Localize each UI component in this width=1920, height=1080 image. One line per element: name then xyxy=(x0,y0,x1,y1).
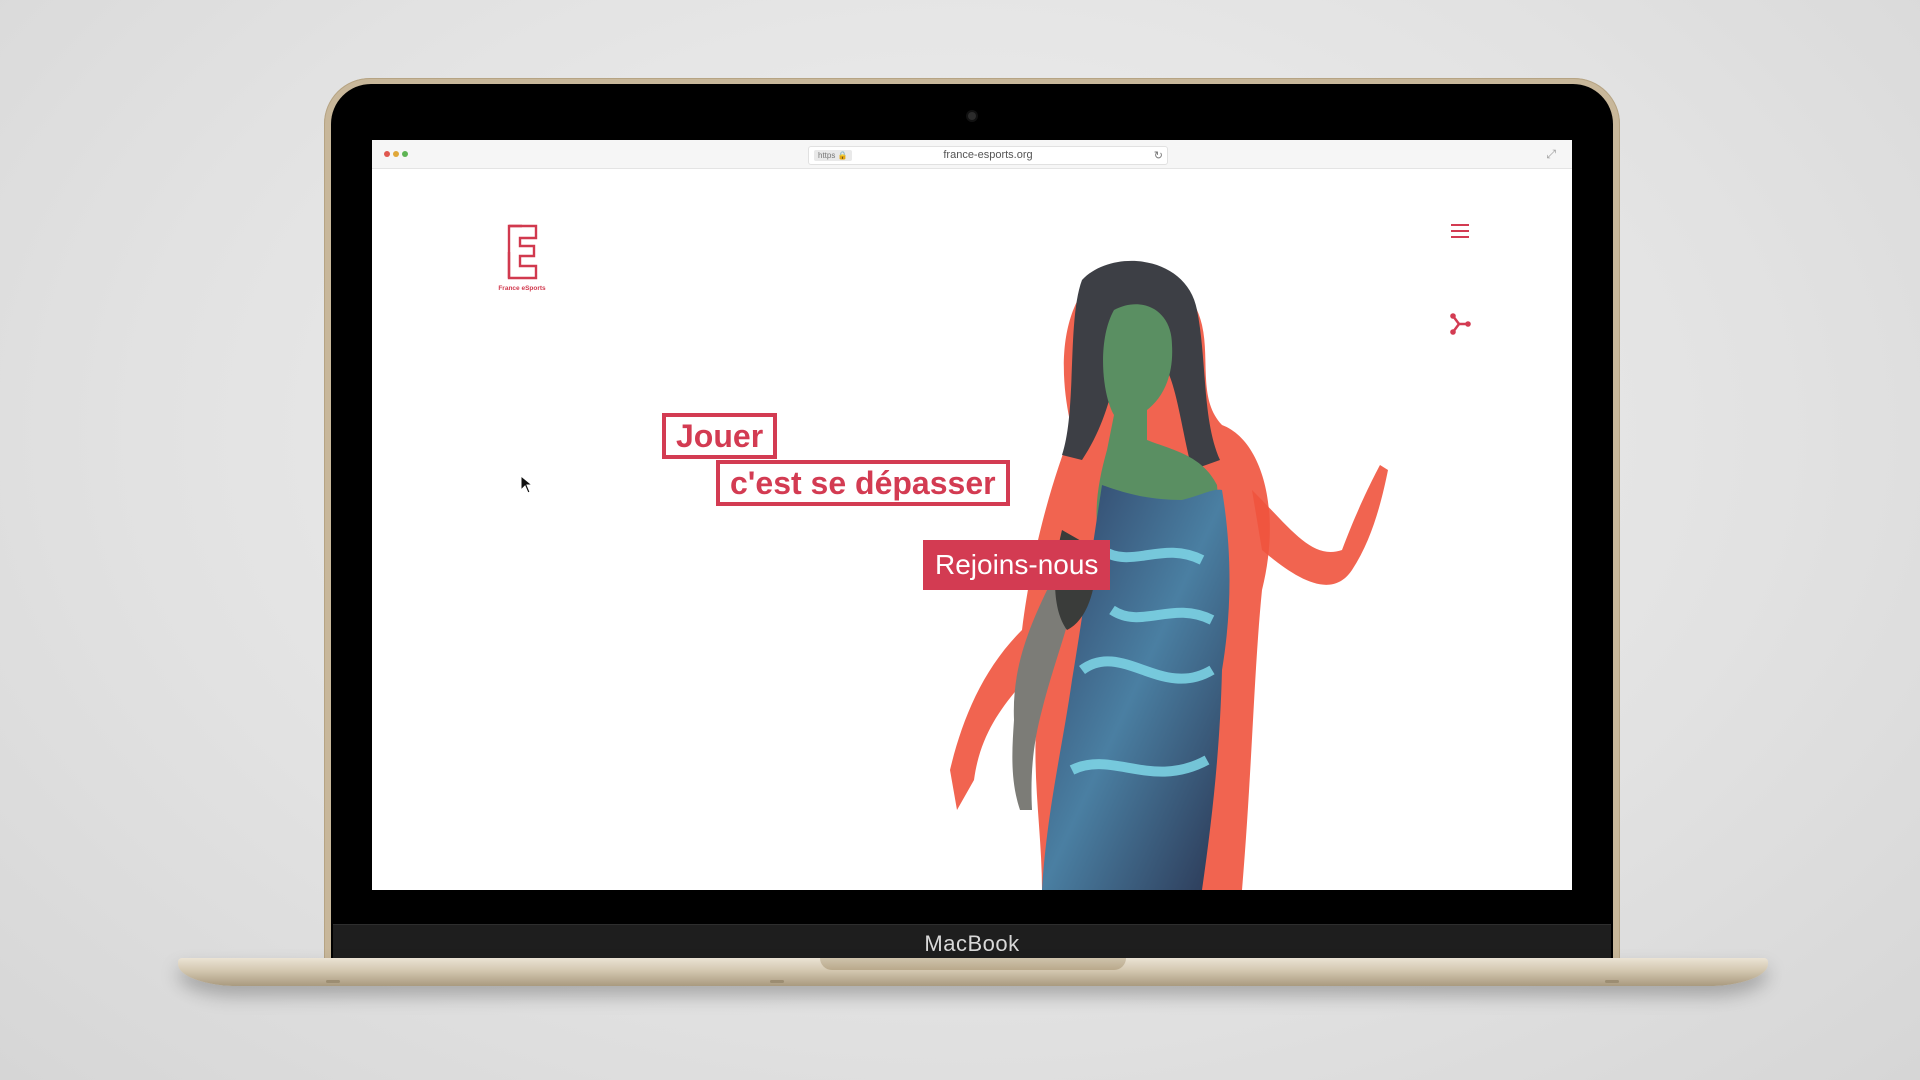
camera-icon xyxy=(968,112,976,120)
maximize-window-button[interactable] xyxy=(402,151,408,157)
join-us-button[interactable]: Rejoins-nous xyxy=(923,540,1111,590)
france-esports-logo-icon xyxy=(507,224,538,280)
browser-window: https 🔒 france-esports.org ↻ ⤢ France eS… xyxy=(372,140,1572,890)
close-window-button[interactable] xyxy=(384,151,390,157)
share-icon[interactable] xyxy=(1448,312,1472,336)
browser-toolbar: https 🔒 france-esports.org ↻ ⤢ xyxy=(372,140,1572,169)
hamburger-menu-icon[interactable] xyxy=(1449,222,1471,240)
laptop-foot xyxy=(1605,980,1619,983)
logo-text: France eSports xyxy=(498,285,546,292)
laptop-foot xyxy=(326,980,340,983)
brand-label: MacBook xyxy=(924,931,1020,956)
site-logo[interactable]: France eSports xyxy=(492,222,552,292)
laptop-chin: MacBook xyxy=(333,924,1611,961)
laptop-hinge-notch xyxy=(820,958,1126,970)
headline-line-2: c'est se dépasser xyxy=(716,460,1010,506)
address-bar[interactable]: https 🔒 france-esports.org ↻ xyxy=(808,146,1168,165)
url-text: france-esports.org xyxy=(943,149,1033,161)
minimize-window-button[interactable] xyxy=(393,151,399,157)
headline-line-1: Jouer xyxy=(662,413,778,459)
laptop-foot xyxy=(770,980,784,983)
expand-icon[interactable]: ⤢ xyxy=(1546,147,1556,162)
reload-icon[interactable]: ↻ xyxy=(1154,149,1163,162)
mouse-cursor-icon xyxy=(520,475,534,494)
